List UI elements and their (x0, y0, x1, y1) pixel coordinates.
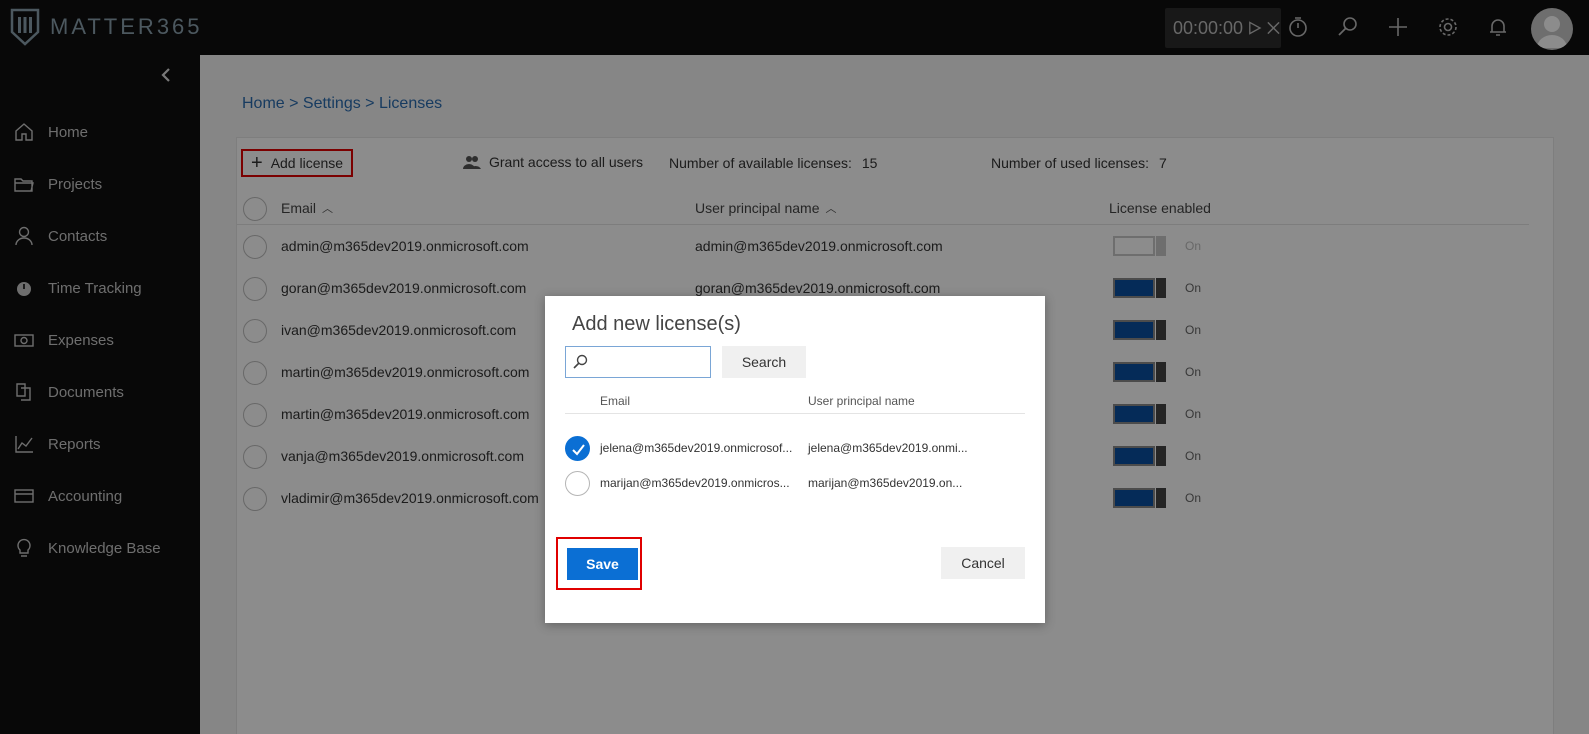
user-checkbox-checked[interactable] (565, 436, 590, 461)
search-button[interactable]: Search (722, 346, 806, 378)
save-highlight: Save (556, 537, 642, 590)
cancel-button[interactable]: Cancel (941, 547, 1025, 579)
dialog-column-upn: User principal name (808, 394, 915, 408)
checkmark-icon (572, 444, 585, 456)
dialog-table-header: Email User principal name (565, 390, 1025, 414)
dialog-row-email: jelena@m365dev2019.onmicrosof... (600, 441, 793, 455)
user-checkbox[interactable] (565, 471, 590, 496)
dialog-row-upn: jelena@m365dev2019.onmi... (808, 441, 968, 455)
user-search-input[interactable] (592, 354, 702, 370)
dialog-user-row[interactable]: marijan@m365dev2019.onmicros... marijan@… (565, 467, 1025, 501)
search-icon (573, 354, 588, 369)
user-search-field[interactable] (565, 346, 711, 378)
dialog-column-email: Email (600, 394, 631, 408)
save-button[interactable]: Save (567, 548, 638, 580)
dialog-title: Add new license(s) (572, 313, 741, 335)
dialog-row-email: marijan@m365dev2019.onmicros... (600, 476, 790, 490)
add-license-dialog: Add new license(s) Search Email User pri… (545, 296, 1045, 623)
dialog-user-row[interactable]: jelena@m365dev2019.onmicrosof... jelena@… (565, 432, 1025, 466)
dialog-row-upn: marijan@m365dev2019.on... (808, 476, 963, 490)
